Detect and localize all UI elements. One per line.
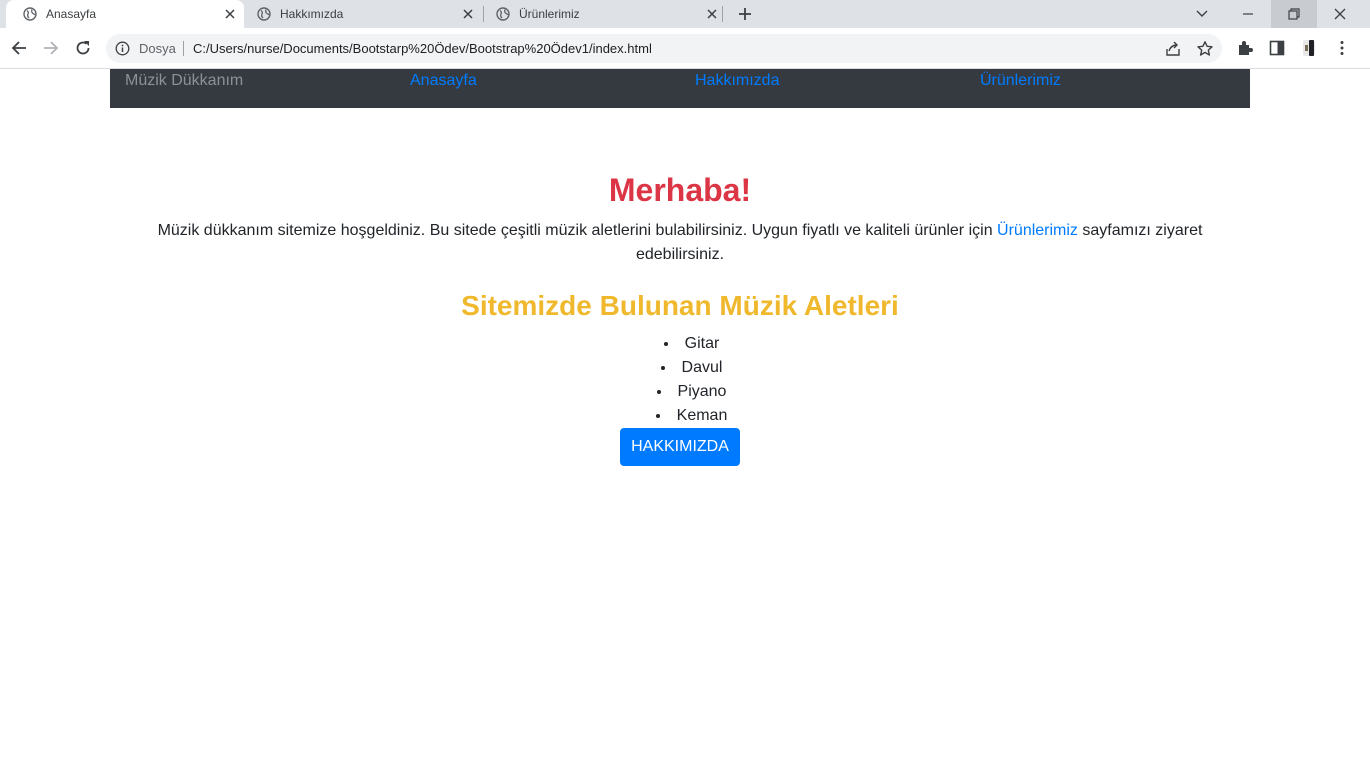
list-item: Piyano: [0, 380, 1370, 404]
tab-title: Hakkımızda: [280, 7, 344, 21]
tab-title: Ürünlerimiz: [519, 7, 580, 21]
tab-hakkimizda[interactable]: Hakkımızda: [246, 0, 484, 28]
browser-toolbar: Dosya C:/Users/nurse/Documents/Bootstarp…: [0, 28, 1370, 69]
globe-icon: [23, 7, 37, 21]
url-text[interactable]: C:/Users/nurse/Documents/Bootstarp%20Öde…: [193, 41, 652, 56]
globe-icon: [257, 7, 271, 21]
intro-paragraph: Müzik dükkanım sitemize hoşgeldiniz. Bu …: [150, 219, 1210, 267]
site-navbar: Müzik Dükkanım Anasayfa Hakkımızda Ürünl…: [110, 69, 1250, 108]
tab-anasayfa[interactable]: Anasayfa: [6, 0, 244, 28]
share-icon[interactable]: [1164, 40, 1182, 58]
close-icon[interactable]: [460, 6, 476, 22]
new-tab-button[interactable]: [735, 4, 755, 24]
list-item: Gitar: [0, 332, 1370, 356]
back-button[interactable]: [9, 38, 29, 58]
restore-button[interactable]: [1271, 0, 1317, 28]
list-item: Davul: [0, 356, 1370, 380]
intro-text: Müzik dükkanım sitemize hoşgeldiniz. Bu …: [157, 222, 998, 239]
tab-search-button[interactable]: [1179, 0, 1225, 28]
close-icon[interactable]: [704, 6, 720, 22]
instrument-list: Gitar Davul Piyano Keman: [0, 332, 1370, 428]
list-item: Keman: [0, 404, 1370, 428]
products-link[interactable]: Ürünlerimiz: [997, 222, 1078, 239]
nav-link-hakkimizda[interactable]: Hakkımızda: [695, 72, 779, 90]
page-title: Merhaba!: [608, 172, 752, 208]
navbar-brand[interactable]: Müzik Dükkanım: [125, 72, 243, 90]
tab-separator: [722, 6, 723, 22]
close-window-button[interactable]: [1317, 0, 1363, 28]
address-bar[interactable]: Dosya C:/Users/nurse/Documents/Bootstarp…: [106, 34, 1222, 63]
info-icon[interactable]: [115, 41, 130, 56]
reload-button[interactable]: [73, 38, 93, 58]
address-divider: [183, 41, 184, 56]
bookmark-star-icon[interactable]: [1196, 40, 1214, 58]
nav-link-urunlerimiz[interactable]: Ürünlerimiz: [980, 72, 1061, 90]
extensions-icon[interactable]: [1236, 39, 1254, 57]
forward-button[interactable]: [41, 38, 61, 58]
nav-link-anasayfa[interactable]: Anasayfa: [410, 72, 477, 90]
about-button[interactable]: HAKKIMIZDA: [620, 428, 740, 466]
browser-tab-strip: Anasayfa Hakkımızda Ürünlerimiz: [0, 0, 1370, 28]
profile-icon[interactable]: [1300, 39, 1318, 57]
security-label: Dosya: [139, 41, 176, 56]
tab-title: Anasayfa: [46, 7, 97, 21]
tab-urunlerimiz[interactable]: Ürünlerimiz: [484, 0, 722, 28]
instruments-title: Sitemizde Bulunan Müzik Aletleri: [461, 290, 899, 321]
globe-icon: [496, 7, 510, 21]
close-icon[interactable]: [222, 6, 238, 22]
menu-icon[interactable]: [1333, 39, 1351, 57]
side-panel-icon[interactable]: [1268, 39, 1286, 57]
minimize-button[interactable]: [1225, 0, 1271, 28]
